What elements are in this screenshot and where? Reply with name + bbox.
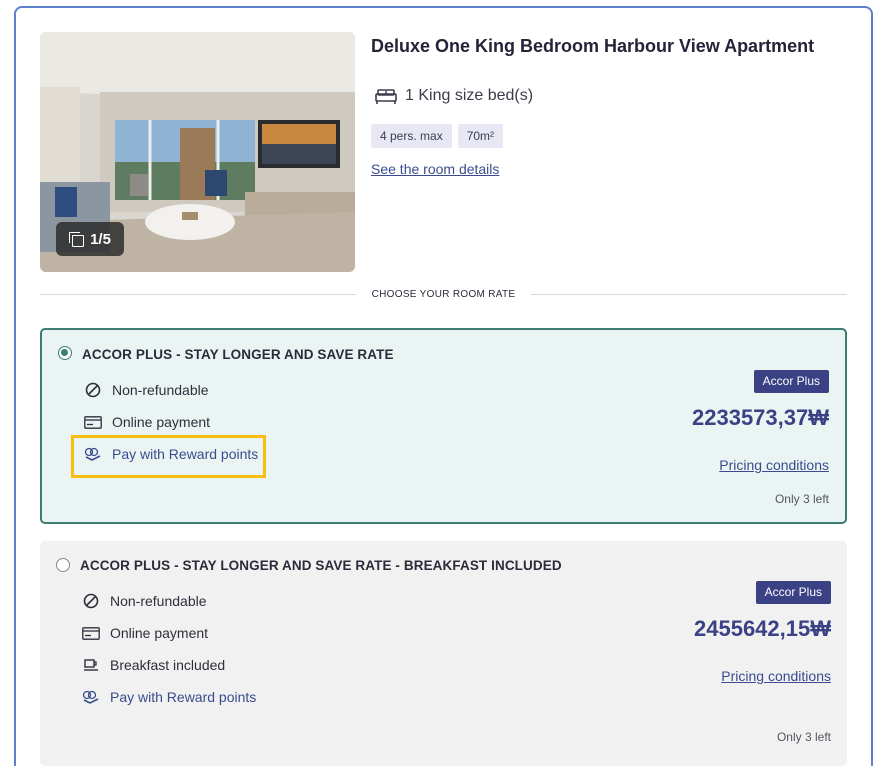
rate-1-badge: Accor Plus bbox=[753, 370, 829, 393]
no-refund-icon bbox=[84, 382, 102, 398]
bed-icon bbox=[375, 89, 397, 104]
room-photo[interactable]: 1/5 bbox=[40, 32, 355, 272]
rate-2-feature-nonrefundable: Non-refundable bbox=[82, 593, 207, 609]
coffee-cup-icon bbox=[82, 657, 100, 673]
room-details-link[interactable]: See the room details bbox=[371, 161, 499, 177]
size-chip: 70m² bbox=[457, 124, 504, 148]
rate-1-radio[interactable] bbox=[58, 346, 72, 360]
rate-2-name: ACCOR PLUS - STAY LONGER AND SAVE RATE -… bbox=[80, 558, 562, 573]
room-chips: 4 pers. max 70m² bbox=[371, 124, 504, 148]
rate-section-divider: CHOOSE YOUR ROOM RATE bbox=[40, 285, 848, 303]
rate-2-price: 2455642,15₩ bbox=[694, 616, 831, 641]
rate-2-feature-online-payment: Online payment bbox=[82, 625, 208, 641]
rate-2-feature-reward-points[interactable]: Pay with Reward points bbox=[82, 689, 256, 705]
rate-1-name: ACCOR PLUS - STAY LONGER AND SAVE RATE bbox=[82, 347, 394, 362]
divider-line-left bbox=[40, 293, 356, 295]
reward-points-icon bbox=[82, 689, 100, 705]
rate-1-pricing-conditions-link[interactable]: Pricing conditions bbox=[719, 457, 829, 473]
rate-1-feature-online-payment: Online payment bbox=[84, 414, 210, 430]
credit-card-icon bbox=[84, 414, 102, 430]
reward-points-highlight bbox=[71, 435, 266, 478]
rate-option-2[interactable] bbox=[40, 541, 847, 766]
bed-label: 1 King size bed(s) bbox=[405, 87, 534, 104]
divider-line-right bbox=[531, 293, 848, 295]
no-refund-icon bbox=[82, 593, 100, 609]
rate-1-price: 2233573,37₩ bbox=[692, 405, 829, 430]
capacity-chip: 4 pers. max bbox=[371, 124, 452, 148]
room-title: Deluxe One King Bedroom Harbour View Apa… bbox=[371, 36, 815, 56]
credit-card-icon bbox=[82, 625, 100, 641]
gallery-icon bbox=[69, 232, 85, 247]
rate-2-pricing-conditions-link[interactable]: Pricing conditions bbox=[721, 668, 831, 684]
section-label: CHOOSE YOUR ROOM RATE bbox=[371, 288, 516, 300]
rate-1-feature-nonrefundable: Non-refundable bbox=[84, 382, 209, 398]
photo-counter[interactable]: 1/5 bbox=[56, 222, 124, 256]
rate-2-feature-breakfast: Breakfast included bbox=[82, 657, 225, 673]
rate-2-radio[interactable] bbox=[56, 558, 70, 572]
rate-1-availability: Only 3 left bbox=[774, 492, 829, 506]
bed-info: 1 King size bed(s) bbox=[375, 87, 533, 105]
photo-counter-label: 1/5 bbox=[90, 230, 111, 248]
rate-2-availability: Only 3 left bbox=[776, 730, 831, 744]
rate-2-badge: Accor Plus bbox=[755, 581, 831, 604]
